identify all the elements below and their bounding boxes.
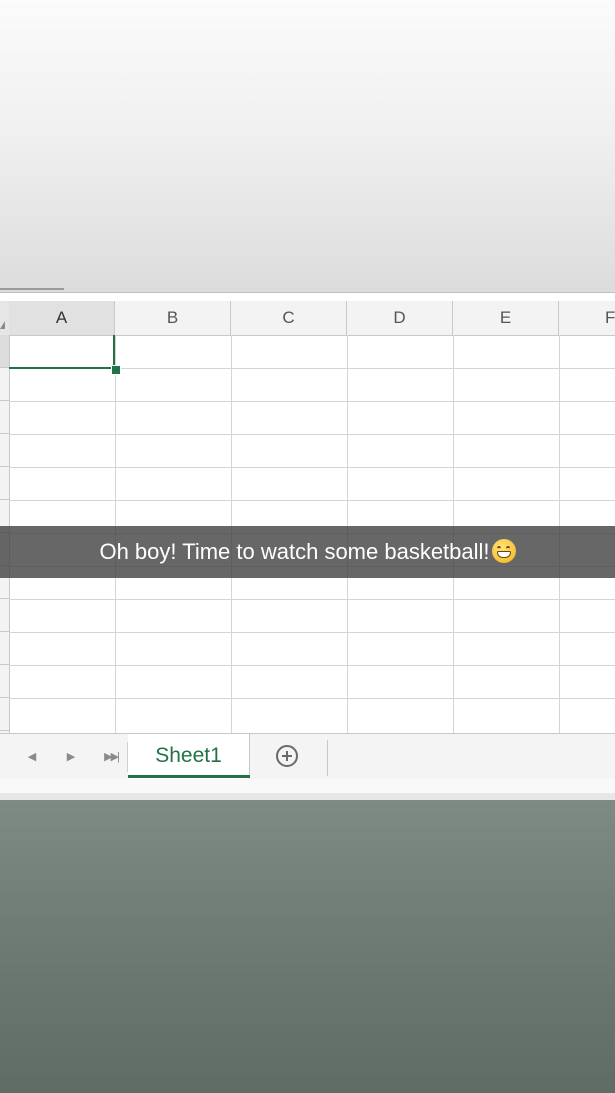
column-header-b[interactable]: B <box>115 301 231 335</box>
active-cell-a1[interactable] <box>9 335 115 369</box>
column-header-f[interactable]: F <box>559 301 615 335</box>
caption-overlay: Oh boy! Time to watch some basketball! <box>0 526 615 578</box>
row-header-2[interactable] <box>0 368 9 401</box>
grid-line <box>9 500 615 501</box>
cell-grid[interactable]: A B C D E F <box>0 301 615 733</box>
skip-last-icon[interactable]: ▶▶| <box>100 734 122 780</box>
column-header-c[interactable]: C <box>231 301 347 335</box>
grinning-face-icon <box>491 539 516 563</box>
grid-line <box>9 599 615 600</box>
grid-line <box>9 665 615 666</box>
top-background <box>0 0 615 292</box>
tab-sheet1[interactable]: Sheet1 <box>128 734 250 780</box>
row-header-12[interactable] <box>0 698 9 731</box>
fill-handle[interactable] <box>111 365 121 375</box>
tab-divider <box>327 740 328 776</box>
caption-text: Oh boy! Time to watch some basketball! <box>99 539 490 564</box>
grid-line <box>9 401 615 402</box>
grid-line <box>9 632 615 633</box>
grid-line <box>9 698 615 699</box>
grid-line <box>9 434 615 435</box>
column-header-e[interactable]: E <box>453 301 559 335</box>
status-strip <box>0 779 615 793</box>
window-edge <box>0 288 64 290</box>
row-header-4[interactable] <box>0 434 9 467</box>
plus-circle-icon[interactable] <box>276 745 298 767</box>
row-header-5[interactable] <box>0 467 9 500</box>
select-all-triangle-icon <box>0 321 5 329</box>
row-header-1[interactable] <box>0 335 9 368</box>
column-header-a[interactable]: A <box>9 301 115 335</box>
chevron-left-icon[interactable]: ◀ <box>22 734 42 780</box>
row-header-11[interactable] <box>0 665 9 698</box>
column-header-row: A B C D E F <box>0 301 615 336</box>
active-tab-indicator <box>128 775 250 778</box>
chevron-right-icon[interactable]: ▶ <box>61 734 81 780</box>
row-header-3[interactable] <box>0 401 9 434</box>
row-header-10[interactable] <box>0 632 9 665</box>
grid-line <box>9 467 615 468</box>
bottom-background <box>0 800 615 1093</box>
row-header-9[interactable] <box>0 599 9 632</box>
column-header-d[interactable]: D <box>347 301 453 335</box>
sheet-tab-bar: ◀ ▶ ▶▶| Sheet1 <box>0 733 615 781</box>
